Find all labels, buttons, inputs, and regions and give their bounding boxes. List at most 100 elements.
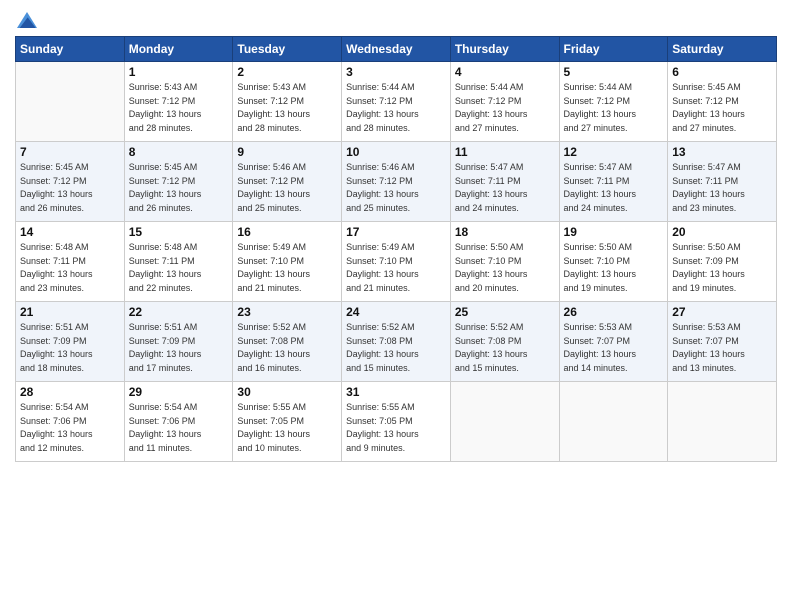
- calendar-cell: [16, 62, 125, 142]
- calendar-cell: 27 Sunrise: 5:53 AMSunset: 7:07 PMDayligh…: [668, 302, 777, 382]
- day-number: 5: [564, 65, 664, 79]
- weekday-header-monday: Monday: [124, 37, 233, 62]
- day-number: 16: [237, 225, 337, 239]
- day-number: 26: [564, 305, 664, 319]
- day-number: 23: [237, 305, 337, 319]
- day-info: Sunrise: 5:48 AMSunset: 7:11 PMDaylight:…: [129, 241, 229, 295]
- week-row-4: 21 Sunrise: 5:51 AMSunset: 7:09 PMDayligh…: [16, 302, 777, 382]
- day-number: 11: [455, 145, 555, 159]
- day-info: Sunrise: 5:52 AMSunset: 7:08 PMDaylight:…: [346, 321, 446, 375]
- weekday-row: SundayMondayTuesdayWednesdayThursdayFrid…: [16, 37, 777, 62]
- day-number: 25: [455, 305, 555, 319]
- calendar-cell: 23 Sunrise: 5:52 AMSunset: 7:08 PMDayligh…: [233, 302, 342, 382]
- day-info: Sunrise: 5:54 AMSunset: 7:06 PMDaylight:…: [129, 401, 229, 455]
- calendar-cell: 5Sunrise: 5:44 AMSunset: 7:12 PMDaylight…: [559, 62, 668, 142]
- calendar-cell: [559, 382, 668, 462]
- day-number: 15: [129, 225, 229, 239]
- calendar-cell: 28Sunrise: 5:54 AMSunset: 7:06 PMDayligh…: [16, 382, 125, 462]
- day-info: Sunrise: 5:50 AMSunset: 7:09 PMDaylight:…: [672, 241, 772, 295]
- calendar-cell: 30 Sunrise: 5:55 AMSunset: 7:05 PMDayligh…: [233, 382, 342, 462]
- day-number: 13: [672, 145, 772, 159]
- weekday-header-thursday: Thursday: [450, 37, 559, 62]
- day-number: 8: [129, 145, 229, 159]
- calendar-cell: 25 Sunrise: 5:52 AMSunset: 7:08 PMDayligh…: [450, 302, 559, 382]
- day-number: 1: [129, 65, 229, 79]
- calendar-cell: 17Sunrise: 5:49 AMSunset: 7:10 PMDayligh…: [342, 222, 451, 302]
- week-row-3: 14 Sunrise: 5:48 AMSunset: 7:11 PMDayligh…: [16, 222, 777, 302]
- page: SundayMondayTuesdayWednesdayThursdayFrid…: [0, 0, 792, 612]
- weekday-header-tuesday: Tuesday: [233, 37, 342, 62]
- day-info: Sunrise: 5:45 AMSunset: 7:12 PMDaylight:…: [20, 161, 120, 215]
- day-info: Sunrise: 5:50 AMSunset: 7:10 PMDaylight:…: [455, 241, 555, 295]
- day-number: 4: [455, 65, 555, 79]
- day-info: Sunrise: 5:52 AMSunset: 7:08 PMDaylight:…: [455, 321, 555, 375]
- weekday-header-friday: Friday: [559, 37, 668, 62]
- logo: [15, 10, 37, 30]
- day-info: Sunrise: 5:45 AMSunset: 7:12 PMDaylight:…: [129, 161, 229, 215]
- day-info: Sunrise: 5:51 AMSunset: 7:09 PMDaylight:…: [20, 321, 120, 375]
- day-info: Sunrise: 5:44 AMSunset: 7:12 PMDaylight:…: [455, 81, 555, 135]
- day-number: 27: [672, 305, 772, 319]
- day-info: Sunrise: 5:55 AMSunset: 7:05 PMDaylight:…: [346, 401, 446, 455]
- calendar-cell: 12 Sunrise: 5:47 AMSunset: 7:11 PMDayligh…: [559, 142, 668, 222]
- day-number: 29: [129, 385, 229, 399]
- calendar-cell: 4 Sunrise: 5:44 AMSunset: 7:12 PMDaylight…: [450, 62, 559, 142]
- calendar-cell: 21 Sunrise: 5:51 AMSunset: 7:09 PMDayligh…: [16, 302, 125, 382]
- day-info: Sunrise: 5:46 AMSunset: 7:12 PMDaylight:…: [237, 161, 337, 215]
- day-info: Sunrise: 5:49 AMSunset: 7:10 PMDaylight:…: [237, 241, 337, 295]
- calendar-cell: 18 Sunrise: 5:50 AMSunset: 7:10 PMDayligh…: [450, 222, 559, 302]
- calendar-cell: 2 Sunrise: 5:43 AMSunset: 7:12 PMDaylight…: [233, 62, 342, 142]
- day-number: 14: [20, 225, 120, 239]
- calendar-cell: [450, 382, 559, 462]
- day-info: Sunrise: 5:47 AMSunset: 7:11 PMDaylight:…: [455, 161, 555, 215]
- logo-icon: [17, 10, 37, 30]
- day-number: 21: [20, 305, 120, 319]
- day-number: 22: [129, 305, 229, 319]
- day-number: 7: [20, 145, 120, 159]
- day-number: 12: [564, 145, 664, 159]
- calendar-cell: 31 Sunrise: 5:55 AMSunset: 7:05 PMDayligh…: [342, 382, 451, 462]
- day-info: Sunrise: 5:44 AMSunset: 7:12 PMDaylight:…: [346, 81, 446, 135]
- day-number: 19: [564, 225, 664, 239]
- day-info: Sunrise: 5:52 AMSunset: 7:08 PMDaylight:…: [237, 321, 337, 375]
- calendar-cell: 8 Sunrise: 5:45 AMSunset: 7:12 PMDaylight…: [124, 142, 233, 222]
- day-info: Sunrise: 5:43 AMSunset: 7:12 PMDaylight:…: [237, 81, 337, 135]
- day-info: Sunrise: 5:47 AMSunset: 7:11 PMDaylight:…: [672, 161, 772, 215]
- day-info: Sunrise: 5:53 AMSunset: 7:07 PMDaylight:…: [672, 321, 772, 375]
- day-number: 18: [455, 225, 555, 239]
- week-row-2: 7 Sunrise: 5:45 AMSunset: 7:12 PMDaylight…: [16, 142, 777, 222]
- calendar-header: SundayMondayTuesdayWednesdayThursdayFrid…: [16, 37, 777, 62]
- calendar-cell: 3 Sunrise: 5:44 AMSunset: 7:12 PMDaylight…: [342, 62, 451, 142]
- calendar-cell: 26 Sunrise: 5:53 AMSunset: 7:07 PMDayligh…: [559, 302, 668, 382]
- calendar-cell: 24Sunrise: 5:52 AMSunset: 7:08 PMDayligh…: [342, 302, 451, 382]
- day-number: 30: [237, 385, 337, 399]
- calendar-cell: 16 Sunrise: 5:49 AMSunset: 7:10 PMDayligh…: [233, 222, 342, 302]
- day-number: 20: [672, 225, 772, 239]
- day-number: 31: [346, 385, 446, 399]
- day-info: Sunrise: 5:49 AMSunset: 7:10 PMDaylight:…: [346, 241, 446, 295]
- day-number: 9: [237, 145, 337, 159]
- day-info: Sunrise: 5:43 AMSunset: 7:12 PMDaylight:…: [129, 81, 229, 135]
- calendar-cell: 19Sunrise: 5:50 AMSunset: 7:10 PMDayligh…: [559, 222, 668, 302]
- day-number: 28: [20, 385, 120, 399]
- calendar-cell: 10Sunrise: 5:46 AMSunset: 7:12 PMDayligh…: [342, 142, 451, 222]
- calendar-body: 1 Sunrise: 5:43 AMSunset: 7:12 PMDaylight…: [16, 62, 777, 462]
- week-row-5: 28 Sunrise: 5:54 AMSunset: 7:06 PMDayligh…: [16, 382, 777, 462]
- calendar-cell: 6Sunrise: 5:45 AMSunset: 7:12 PMDaylight…: [668, 62, 777, 142]
- day-info: Sunrise: 5:53 AMSunset: 7:07 PMDaylight:…: [564, 321, 664, 375]
- weekday-header-sunday: Sunday: [16, 37, 125, 62]
- day-number: 2: [237, 65, 337, 79]
- calendar-cell: 29 Sunrise: 5:54 AMSunset: 7:06 PMDayligh…: [124, 382, 233, 462]
- calendar-cell: 15 Sunrise: 5:48 AMSunset: 7:11 PMDayligh…: [124, 222, 233, 302]
- day-info: Sunrise: 5:47 AMSunset: 7:11 PMDaylight:…: [564, 161, 664, 215]
- weekday-header-saturday: Saturday: [668, 37, 777, 62]
- calendar-cell: 22Sunrise: 5:51 AMSunset: 7:09 PMDayligh…: [124, 302, 233, 382]
- calendar-cell: 11 Sunrise: 5:47 AMSunset: 7:11 PMDayligh…: [450, 142, 559, 222]
- day-info: Sunrise: 5:55 AMSunset: 7:05 PMDaylight:…: [237, 401, 337, 455]
- day-number: 10: [346, 145, 446, 159]
- calendar-cell: [668, 382, 777, 462]
- day-number: 3: [346, 65, 446, 79]
- calendar: SundayMondayTuesdayWednesdayThursdayFrid…: [15, 36, 777, 462]
- weekday-header-wednesday: Wednesday: [342, 37, 451, 62]
- calendar-cell: 9 Sunrise: 5:46 AMSunset: 7:12 PMDaylight…: [233, 142, 342, 222]
